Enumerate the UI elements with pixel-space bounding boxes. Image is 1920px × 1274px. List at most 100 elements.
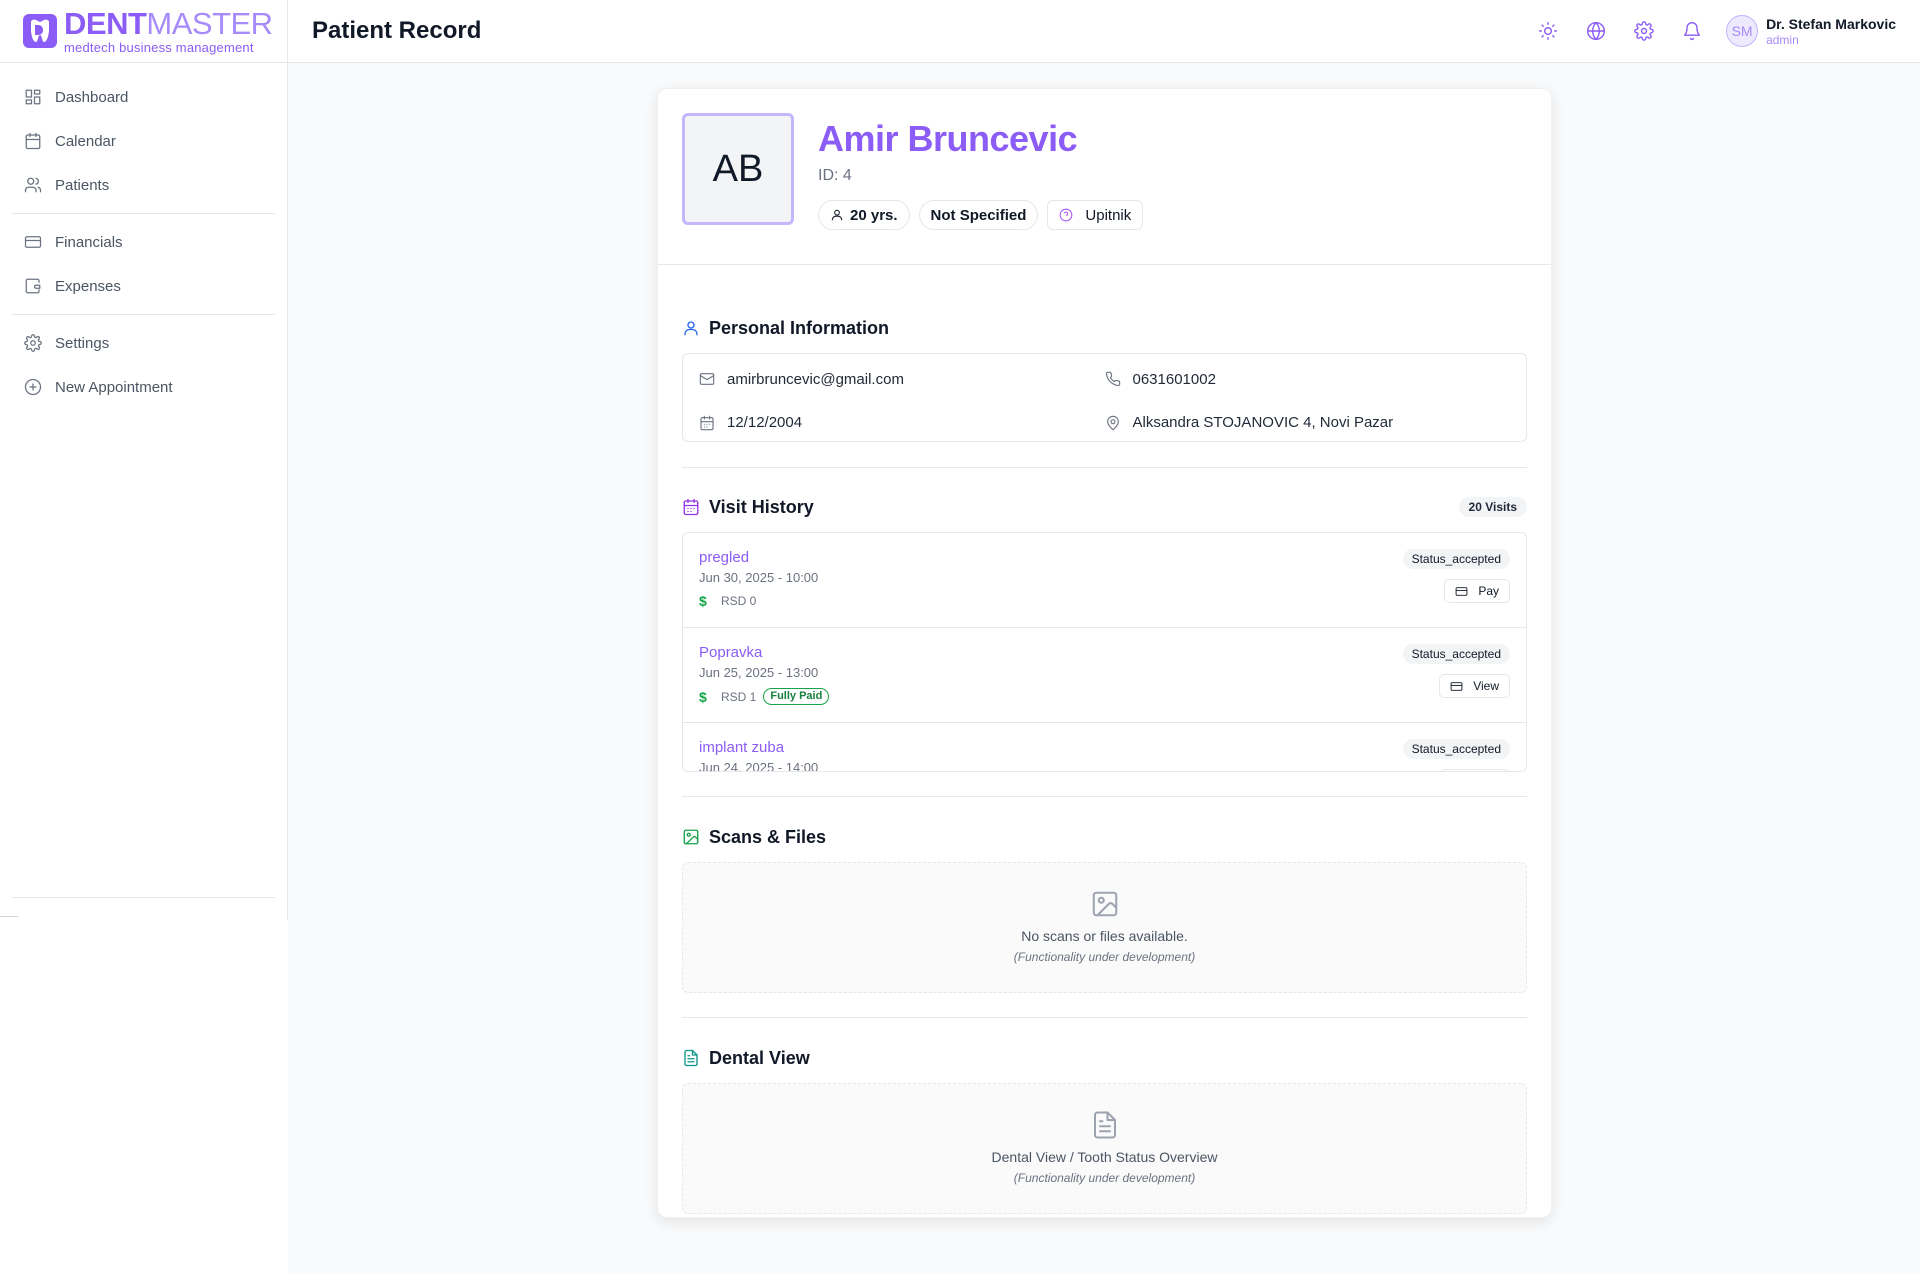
status-badge: Status_accepted: [1402, 549, 1510, 569]
calendar-icon: [683, 498, 699, 516]
visit-date: Jun 24, 2025 - 14:00: [699, 760, 819, 772]
address-row: Alksandra STOJANOVIC 4, Novi Pazar: [1105, 412, 1511, 434]
sidebar-footer-divider: [12, 897, 275, 898]
patient-profile: AB Amir Bruncevic ID: 4 20 yrs. Not Spec…: [658, 89, 1551, 265]
user-menu[interactable]: SM Dr. Stefan Markovic admin: [1726, 15, 1896, 47]
view-button[interactable]: View: [1439, 674, 1510, 698]
visit-title-link[interactable]: implant zuba: [699, 739, 1403, 757]
visit-price: RSD 1: [721, 689, 757, 704]
sidebar-item-financials[interactable]: Financials: [12, 220, 275, 264]
visits-count-badge: 20 Visits: [1458, 497, 1527, 517]
credit-card-icon: [1450, 681, 1463, 691]
page-title: Patient Record: [312, 17, 482, 44]
globe-icon: [1587, 21, 1606, 41]
sidebar-nav: Dashboard Calendar Patients Financials E…: [0, 63, 287, 409]
list-item: Popravka Jun 25, 2025 - 13:00 $ RSD 1 Fu…: [683, 628, 1526, 723]
wallet-icon: [25, 278, 41, 294]
theme-toggle-button[interactable]: [1524, 11, 1572, 51]
file-text-icon: [684, 1049, 698, 1067]
top-header: Patient Record SM Dr. Stefan Markovic ad…: [288, 0, 1920, 63]
questionnaire-label: Upitnik: [1085, 206, 1132, 224]
personal-info-box: amirbruncevic@gmail.com 0631601002 12/12…: [682, 353, 1527, 442]
language-button[interactable]: [1572, 11, 1620, 51]
address-value: Alksandra STOJANOVIC 4, Novi Pazar: [1132, 414, 1394, 431]
visits-list[interactable]: pregled Jun 30, 2025 - 10:00 $ RSD 0 Sta…: [682, 532, 1527, 772]
brand-name-light: MASTER: [146, 6, 273, 41]
visit-date: Jun 25, 2025 - 13:00: [699, 665, 819, 680]
personal-info-section: Personal Information amirbruncevic@gmail…: [658, 265, 1551, 442]
image-icon: [683, 829, 699, 845]
patient-record-card: AB Amir Bruncevic ID: 4 20 yrs. Not Spec…: [657, 88, 1552, 1218]
map-pin-icon: [1106, 415, 1119, 430]
phone-icon: [1105, 371, 1120, 387]
sidebar-item-dashboard[interactable]: Dashboard: [12, 75, 275, 119]
questionnaire-button[interactable]: Upitnik: [1047, 200, 1144, 230]
mail-icon: [699, 373, 715, 385]
sidebar-item-calendar[interactable]: Calendar: [12, 119, 275, 163]
dollar-icon: $: [699, 688, 707, 705]
settings-button[interactable]: [1620, 11, 1668, 51]
nav-divider: [12, 314, 275, 315]
button-label: View: [1473, 679, 1499, 693]
section-title: Dental View: [709, 1047, 810, 1068]
divider: [0, 916, 18, 917]
sidebar-item-new-appointment[interactable]: New Appointment: [12, 365, 275, 409]
help-circle-icon: [1060, 208, 1073, 222]
patient-avatar: AB: [682, 113, 794, 225]
gear-icon: [24, 334, 42, 352]
visit-history-section: Visit History 20 Visits pregled Jun 30, …: [658, 468, 1551, 772]
visit-title-link[interactable]: Popravka: [699, 644, 1403, 662]
user-icon: [831, 209, 843, 221]
sidebar-item-label: Dashboard: [55, 88, 129, 106]
nav-divider: [12, 213, 275, 214]
dollar-icon: $: [699, 593, 707, 609]
user-role: admin: [1766, 33, 1799, 47]
sidebar-item-label: Calendar: [55, 132, 116, 150]
calendar-icon: [25, 132, 41, 150]
email-value: amirbruncevic@gmail.com: [727, 370, 904, 388]
list-item: implant zuba Jun 24, 2025 - 14:00 Status…: [683, 723, 1526, 772]
visit-title-link[interactable]: pregled: [699, 549, 1403, 567]
sidebar-item-settings[interactable]: Settings: [12, 321, 275, 365]
dob-value: 12/12/2004: [727, 414, 803, 431]
brand-logo[interactable]: DENTMASTER medtech business management: [0, 0, 287, 63]
visit-price: RSD 0: [721, 594, 757, 608]
phone-value: 0631601002: [1132, 370, 1216, 388]
user-name: Dr. Stefan Markovic: [1766, 16, 1896, 32]
scans-section: Scans & Files No scans or files availabl…: [658, 797, 1551, 993]
sidebar-item-patients[interactable]: Patients: [12, 163, 275, 207]
section-title: Scans & Files: [709, 826, 827, 847]
notifications-button[interactable]: [1668, 11, 1716, 51]
list-item: pregled Jun 30, 2025 - 10:00 $ RSD 0 Sta…: [683, 533, 1526, 628]
section-title: Visit History: [709, 496, 814, 517]
fully-paid-badge: Fully Paid: [763, 688, 830, 705]
sidebar: DENTMASTER medtech business management D…: [0, 0, 288, 920]
credit-card-icon: [24, 236, 42, 248]
gear-icon: [1634, 21, 1654, 41]
pay-button[interactable]: Pay: [1444, 579, 1510, 603]
user-icon: [684, 321, 698, 336]
empty-note: (Functionality under development): [1013, 950, 1196, 964]
avatar: SM: [1726, 15, 1759, 47]
patient-id: ID: 4: [818, 167, 852, 184]
button-label: Pay: [1478, 584, 1499, 598]
sidebar-item-expenses[interactable]: Expenses: [12, 264, 275, 308]
dental-empty-state: Dental View / Tooth Status Overview (Fun…: [682, 1083, 1527, 1214]
empty-note: (Functionality under development): [1013, 1171, 1196, 1185]
patient-name: Amir Bruncevic: [818, 118, 1078, 159]
file-text-icon: [1093, 1111, 1116, 1139]
calendar-icon: [700, 415, 714, 430]
empty-message: No scans or files available.: [1021, 928, 1188, 944]
age-chip: 20 yrs.: [818, 200, 910, 230]
gender-label: Not Specified: [930, 206, 1027, 224]
action-button[interactable]: [1440, 769, 1510, 771]
status-badge: Status_accepted: [1402, 739, 1510, 759]
brand-tagline: medtech business management: [64, 40, 254, 55]
sun-icon: [1539, 21, 1558, 41]
sidebar-item-label: New Appointment: [55, 378, 173, 396]
email-row: amirbruncevic@gmail.com: [699, 368, 1105, 390]
brand-name-bold: DENT: [64, 6, 147, 41]
dashboard-icon: [25, 89, 41, 105]
image-icon: [1092, 891, 1117, 917]
scans-empty-state: No scans or files available. (Functional…: [682, 862, 1527, 993]
